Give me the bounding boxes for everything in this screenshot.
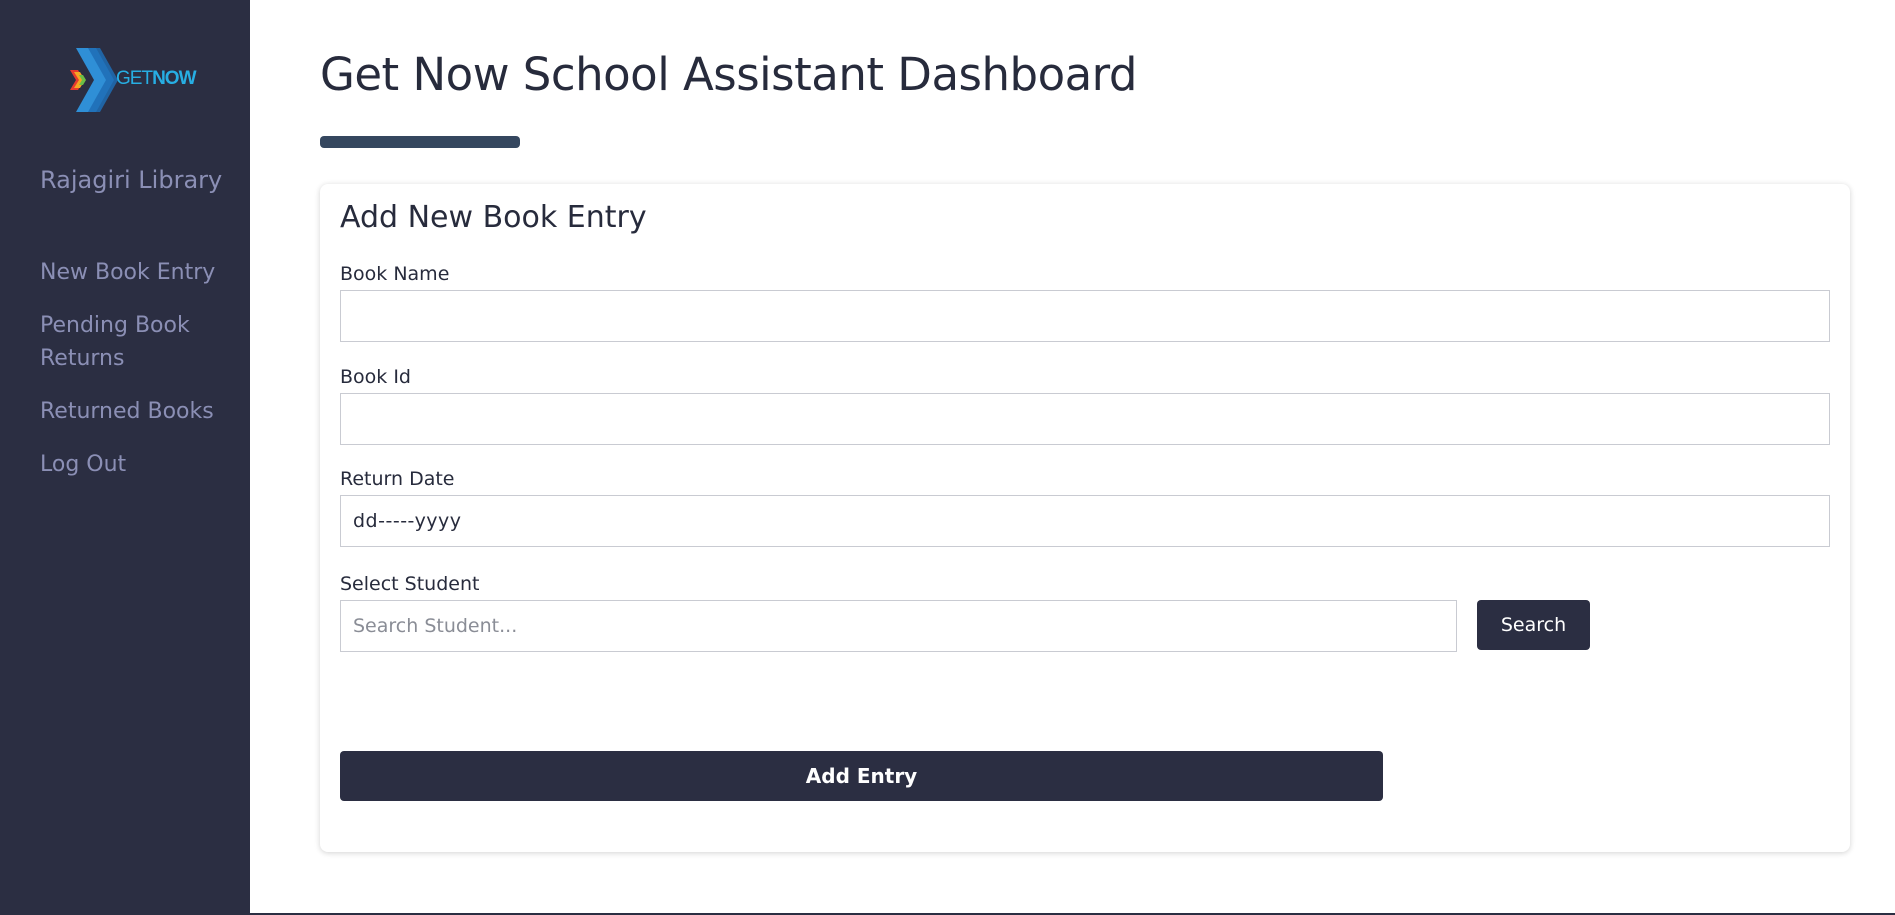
search-button[interactable]: Search	[1477, 600, 1590, 650]
logo-text: GETNOW	[116, 68, 197, 90]
book-entry-card: Add New Book Entry Book Name Book Id Ret…	[320, 184, 1850, 852]
student-search-input[interactable]	[340, 600, 1457, 652]
sidebar: GETNOW Rajagiri Library New Book Entry P…	[0, 0, 250, 915]
add-entry-button[interactable]: Add Entry	[340, 751, 1383, 801]
return-date-placeholder: dd-----yyyy	[353, 510, 462, 532]
chevron-logo-icon	[70, 48, 118, 112]
select-student-label: Select Student	[340, 573, 480, 595]
main-content: Get Now School Assistant Dashboard Add N…	[250, 0, 1895, 915]
sidebar-nav: New Book Entry Pending Book Returns Retu…	[40, 256, 240, 501]
sidebar-item-new-book-entry[interactable]: New Book Entry	[40, 256, 240, 289]
book-id-label: Book Id	[340, 366, 411, 388]
book-id-input[interactable]	[340, 393, 1830, 445]
book-name-input[interactable]	[340, 290, 1830, 342]
sidebar-item-log-out[interactable]: Log Out	[40, 448, 240, 481]
sidebar-item-pending-book-returns[interactable]: Pending Book Returns	[40, 309, 240, 375]
logo-text-get: GET	[116, 68, 153, 89]
return-date-input[interactable]: dd-----yyyy	[340, 495, 1830, 547]
book-name-label: Book Name	[340, 263, 450, 285]
library-name: Rajagiri Library	[40, 166, 223, 194]
return-date-label: Return Date	[340, 468, 455, 490]
page-title: Get Now School Assistant Dashboard	[320, 48, 1137, 101]
title-underline-bar	[320, 136, 520, 148]
sidebar-item-returned-books[interactable]: Returned Books	[40, 395, 240, 428]
getnow-logo[interactable]: GETNOW	[70, 48, 197, 112]
logo-text-now: NOW	[152, 68, 196, 89]
card-title: Add New Book Entry	[340, 200, 647, 235]
